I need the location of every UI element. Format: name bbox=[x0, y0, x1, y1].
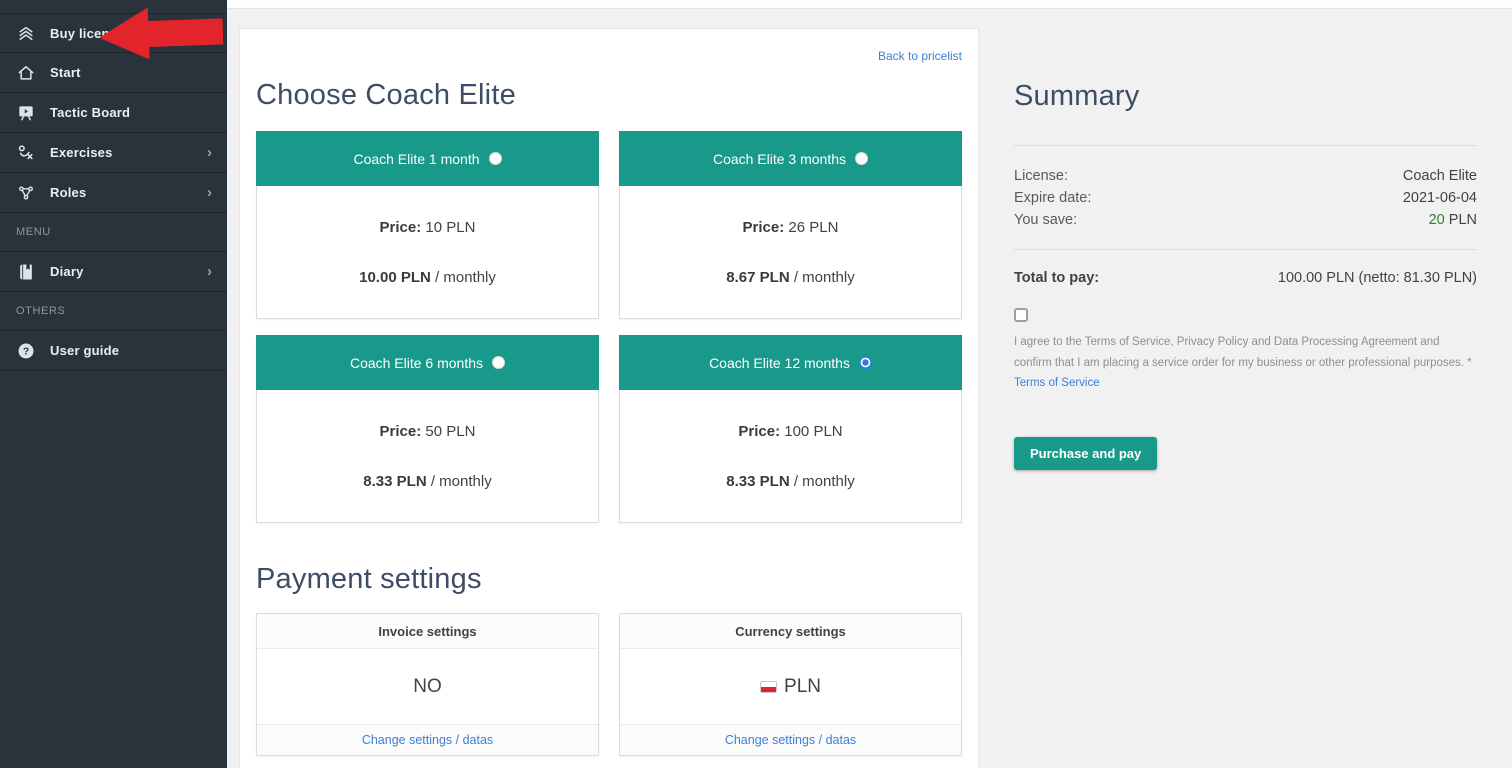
tactics-icon bbox=[15, 142, 37, 164]
plan-monthly-line: 8.33 PLN / monthly bbox=[363, 473, 491, 490]
plan-monthly-line: 8.33 PLN / monthly bbox=[726, 473, 854, 490]
plan-price-line: Price: 100 PLN bbox=[738, 423, 842, 440]
plan-monthly-line: 10.00 PLN / monthly bbox=[359, 269, 496, 286]
sidebar-section-others: OTHERS bbox=[0, 292, 227, 331]
chevron-right-icon bbox=[207, 185, 212, 200]
main-area: Back to pricelist Choose Coach Elite Coa… bbox=[227, 0, 1512, 768]
sidebar-item-user-guide[interactable]: ? User guide bbox=[0, 331, 227, 371]
currency-settings-card: Currency settings PLN Change settings / … bbox=[619, 613, 962, 756]
invoice-settings-value: NO bbox=[257, 649, 598, 724]
plan-header: Coach Elite 1 month bbox=[256, 131, 599, 186]
plan-body: Price: 26 PLN 8.67 PLN / monthly bbox=[620, 186, 961, 318]
svg-text:?: ? bbox=[23, 346, 29, 357]
plan-title: Coach Elite 3 months bbox=[713, 151, 846, 167]
app-window: Buy license Start Tact bbox=[0, 0, 1512, 768]
sidebar-item-label: Exercises bbox=[50, 145, 113, 160]
hierarchy-icon bbox=[15, 182, 37, 204]
page-title: Choose Coach Elite bbox=[256, 79, 962, 112]
top-bar bbox=[227, 0, 1512, 9]
currency-settings-value: PLN bbox=[784, 676, 821, 698]
poland-flag-icon bbox=[760, 681, 777, 693]
agree-terms-checkbox[interactable] bbox=[1014, 308, 1028, 322]
terms-of-service-link[interactable]: Terms of Service bbox=[1014, 377, 1100, 389]
plan-card-6-months[interactable]: Coach Elite 6 months Price: 50 PLN 8.33 … bbox=[256, 335, 599, 523]
plan-price-line: Price: 50 PLN bbox=[380, 423, 476, 440]
plan-title: Coach Elite 6 months bbox=[350, 355, 483, 371]
sidebar-item-label: Roles bbox=[50, 185, 86, 200]
presentation-board-icon bbox=[15, 102, 37, 124]
chevron-right-icon bbox=[207, 145, 212, 160]
plan-monthly-line: 8.67 PLN / monthly bbox=[726, 269, 854, 286]
expire-date-value: 2021-06-04 bbox=[1403, 187, 1477, 209]
plan-card-12-months[interactable]: Coach Elite 12 months Price: 100 PLN 8.3… bbox=[619, 335, 962, 523]
invoice-settings-header: Invoice settings bbox=[257, 614, 598, 649]
purchase-and-pay-button[interactable]: Purchase and pay bbox=[1014, 437, 1157, 470]
sidebar-item-label: Tactic Board bbox=[50, 105, 130, 120]
summary-row-license: License: Coach Elite bbox=[1014, 165, 1477, 187]
currency-settings-header: Currency settings bbox=[620, 614, 961, 649]
sidebar: Buy license Start Tact bbox=[0, 0, 227, 768]
summary-panel: Summary License: Coach Elite Expire date… bbox=[979, 9, 1512, 768]
plan-price-line: Price: 26 PLN bbox=[743, 219, 839, 236]
sidebar-item-diary[interactable]: Diary bbox=[0, 252, 227, 292]
payment-settings-title: Payment settings bbox=[256, 563, 962, 596]
currency-change-settings-link[interactable]: Change settings / datas bbox=[725, 733, 856, 747]
sidebar-item-exercises[interactable]: Exercises bbox=[0, 133, 227, 173]
sidebar-nav: Buy license Start Tact bbox=[0, 13, 227, 371]
plan-radio[interactable] bbox=[492, 356, 505, 369]
buy-license-icon bbox=[15, 22, 37, 44]
plan-grid: Coach Elite 1 month Price: 10 PLN 10.00 … bbox=[256, 131, 962, 523]
you-save-value: 20 PLN bbox=[1429, 209, 1477, 231]
sidebar-item-label: User guide bbox=[50, 343, 119, 358]
summary-row-total: Total to pay: 100.00 PLN (netto: 81.30 P… bbox=[1014, 250, 1477, 308]
plan-header: Coach Elite 6 months bbox=[256, 335, 599, 390]
plan-header: Coach Elite 3 months bbox=[619, 131, 962, 186]
home-icon bbox=[15, 62, 37, 84]
total-to-pay-value: 100.00 PLN (netto: 81.30 PLN) bbox=[1278, 270, 1477, 286]
main-panel: Back to pricelist Choose Coach Elite Coa… bbox=[239, 28, 979, 768]
plan-title: Coach Elite 12 months bbox=[709, 355, 850, 371]
payment-settings-grid: Invoice settings NO Change settings / da… bbox=[256, 613, 962, 756]
plan-card-3-months[interactable]: Coach Elite 3 months Price: 26 PLN 8.67 … bbox=[619, 131, 962, 319]
chevron-right-icon bbox=[207, 264, 212, 279]
question-circle-icon: ? bbox=[15, 340, 37, 362]
sidebar-section-menu: MENU bbox=[0, 213, 227, 252]
plan-radio-selected[interactable] bbox=[859, 356, 872, 369]
plan-price-line: Price: 10 PLN bbox=[380, 219, 476, 236]
license-value: Coach Elite bbox=[1403, 165, 1477, 187]
back-to-pricelist-link[interactable]: Back to pricelist bbox=[878, 49, 962, 63]
sidebar-item-start[interactable]: Start bbox=[0, 53, 227, 93]
summary-row-expire-date: Expire date: 2021-06-04 bbox=[1014, 187, 1477, 209]
plan-header: Coach Elite 12 months bbox=[619, 335, 962, 390]
plan-radio[interactable] bbox=[855, 152, 868, 165]
plan-body: Price: 10 PLN 10.00 PLN / monthly bbox=[257, 186, 598, 318]
sidebar-item-roles[interactable]: Roles bbox=[0, 173, 227, 213]
invoice-change-settings-link[interactable]: Change settings / datas bbox=[362, 733, 493, 747]
book-icon bbox=[15, 261, 37, 283]
plan-body: Price: 100 PLN 8.33 PLN / monthly bbox=[620, 390, 961, 522]
plan-title: Coach Elite 1 month bbox=[353, 151, 479, 167]
sidebar-item-label: Start bbox=[50, 65, 81, 80]
plan-card-1-month[interactable]: Coach Elite 1 month Price: 10 PLN 10.00 … bbox=[256, 131, 599, 319]
sidebar-item-label: Diary bbox=[50, 264, 84, 279]
summary-row-you-save: You save: 20 PLN bbox=[1014, 209, 1477, 231]
plan-radio[interactable] bbox=[489, 152, 502, 165]
sidebar-item-tactic-board[interactable]: Tactic Board bbox=[0, 93, 227, 133]
invoice-settings-card: Invoice settings NO Change settings / da… bbox=[256, 613, 599, 756]
summary-title: Summary bbox=[1014, 80, 1477, 113]
terms-agreement-text: I agree to the Terms of Service, Privacy… bbox=[1014, 332, 1477, 394]
plan-body: Price: 50 PLN 8.33 PLN / monthly bbox=[257, 390, 598, 522]
